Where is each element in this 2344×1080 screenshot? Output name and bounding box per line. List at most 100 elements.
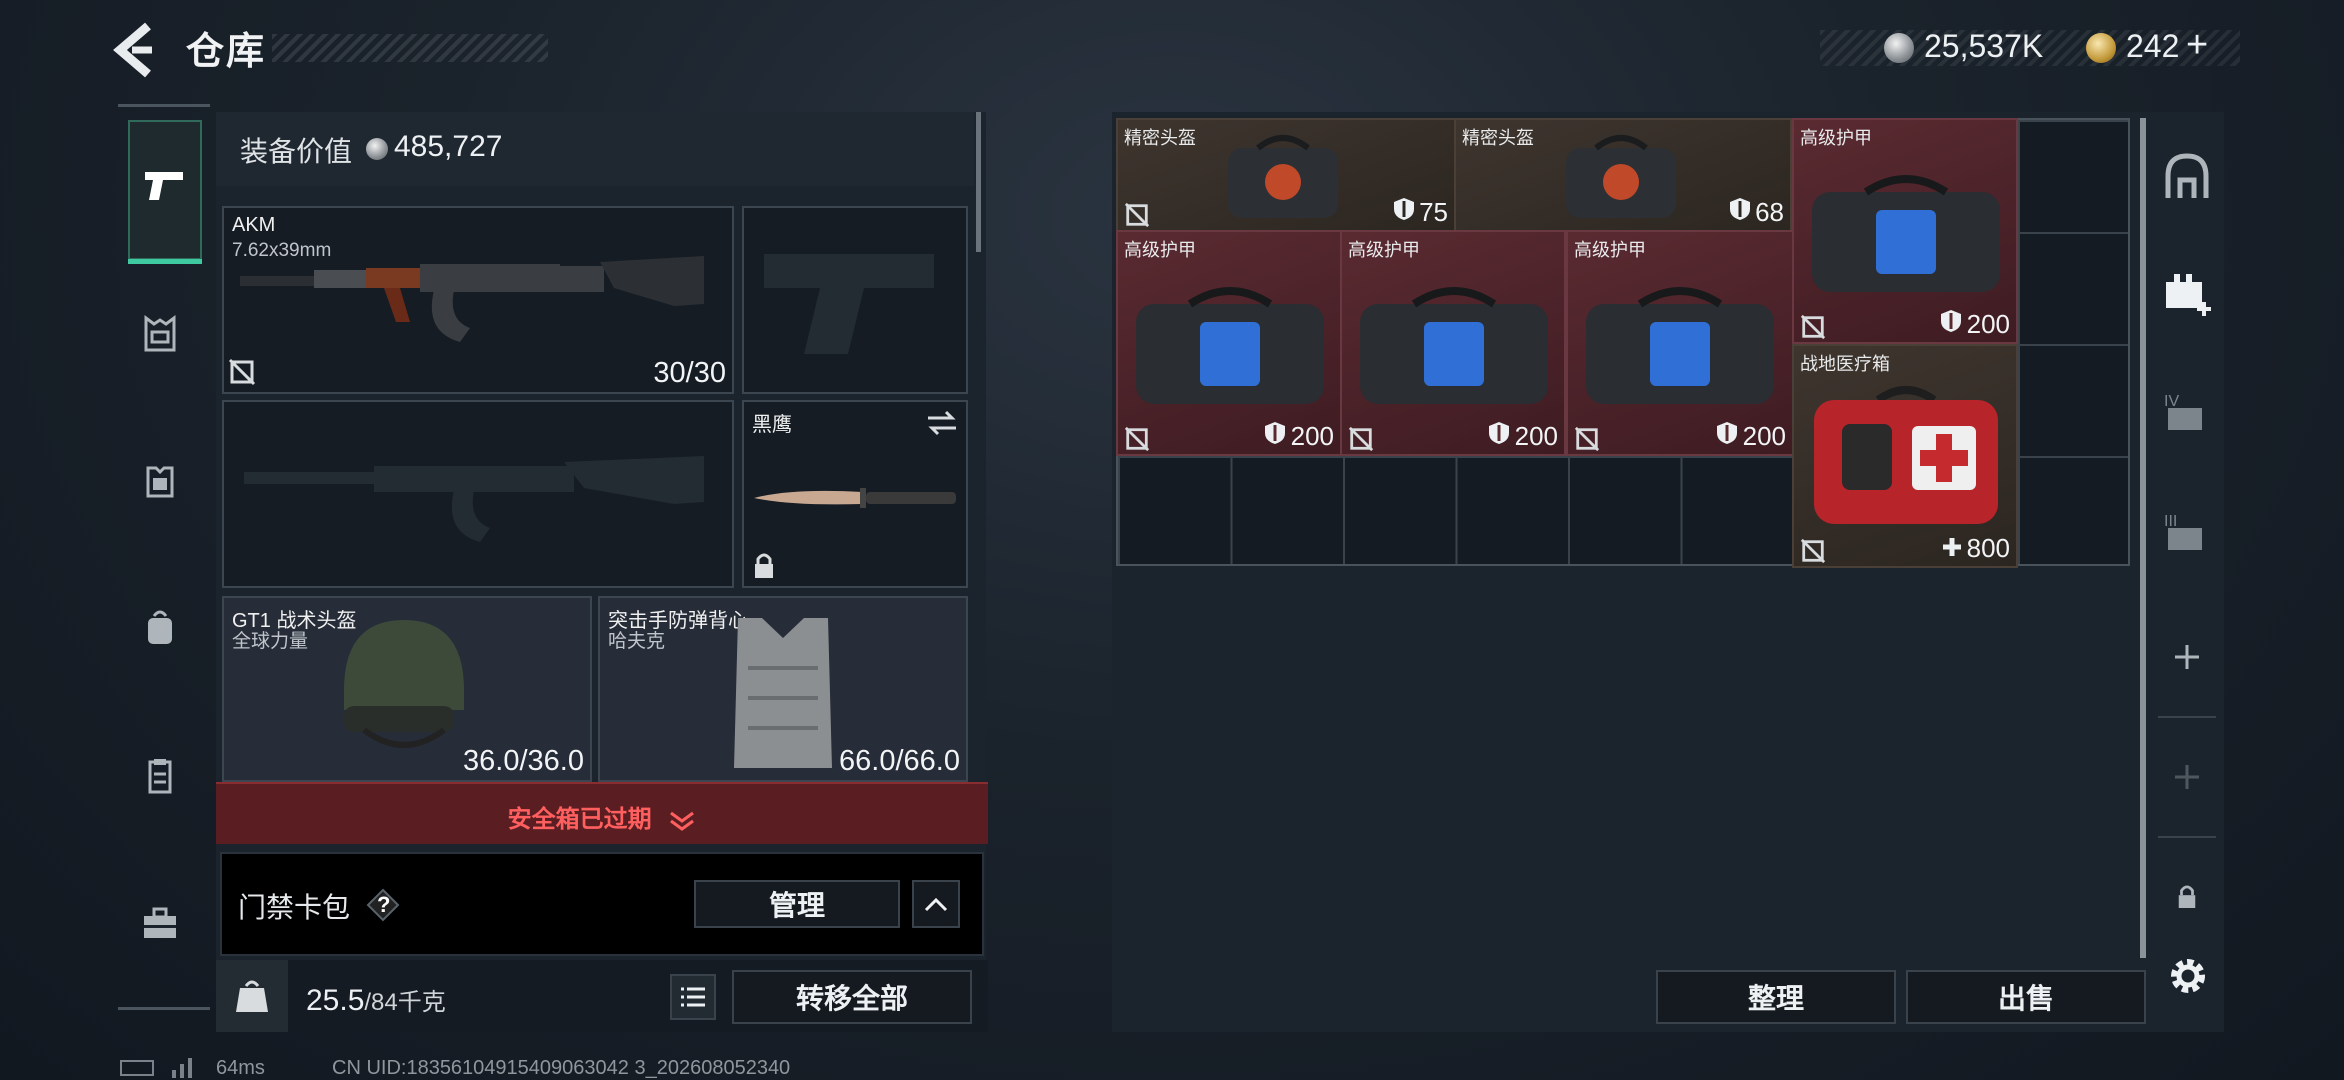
storage-scrollbar[interactable] bbox=[2140, 118, 2146, 958]
rifle-placeholder-icon bbox=[244, 456, 704, 542]
storage-item[interactable]: 战地医疗箱 800 bbox=[1792, 344, 2018, 568]
storage-item[interactable]: 高级护甲 200 bbox=[1340, 230, 1566, 456]
no-trade-icon bbox=[228, 358, 256, 386]
akm-rifle-image bbox=[240, 256, 704, 342]
gold-currency-value: 242 bbox=[2126, 28, 2180, 64]
card-pack-label: 门禁卡包 bbox=[238, 892, 351, 923]
helmet-slot[interactable]: GT1 战术头盔 全球力量 36.0/36.0 bbox=[222, 596, 592, 782]
swap-icon[interactable] bbox=[926, 410, 958, 436]
safebox-expired-banner[interactable]: 安全箱已过期 bbox=[216, 782, 988, 844]
sort-button[interactable]: 整理 bbox=[1656, 970, 1896, 1024]
item-value: 200 bbox=[1966, 309, 2010, 339]
item-name: 精密头盔 bbox=[1124, 128, 1196, 148]
helmet-durability: 36.0/36.0 bbox=[463, 745, 584, 777]
gear-icon[interactable] bbox=[2166, 954, 2210, 998]
item-value: 200 bbox=[1514, 421, 1558, 451]
add-currency-button[interactable]: + bbox=[2186, 24, 2208, 67]
storage-tier-iii-icon[interactable]: III bbox=[2162, 508, 2212, 558]
item-value: 200 bbox=[1290, 421, 1334, 451]
sell-button[interactable]: 出售 bbox=[1906, 970, 2146, 1024]
helmet-image bbox=[344, 620, 464, 748]
sidebar-item-pouch[interactable] bbox=[140, 756, 180, 801]
melee-name: 黑鹰 bbox=[752, 414, 792, 436]
item-name: 高级护甲 bbox=[1800, 128, 1872, 148]
item-name: 高级护甲 bbox=[1124, 240, 1196, 260]
secondary-weapon-slot[interactable] bbox=[222, 400, 734, 588]
svg-text:IV: IV bbox=[2164, 393, 2179, 410]
item-value: 75 bbox=[1419, 197, 1448, 227]
expand-button[interactable] bbox=[912, 880, 960, 928]
pistol-slot[interactable] bbox=[742, 206, 968, 394]
pistol-placeholder-icon bbox=[764, 254, 934, 354]
vest-image bbox=[734, 618, 832, 768]
storage-dome-icon[interactable] bbox=[2162, 152, 2212, 202]
shield-icon bbox=[1729, 198, 1750, 220]
vest-brand: 哈夫克 bbox=[608, 631, 666, 652]
pistol-icon bbox=[145, 172, 183, 200]
sidebar-item-armor[interactable] bbox=[140, 462, 180, 507]
ping-text: 64ms bbox=[216, 1057, 265, 1079]
equipment-value: 485,727 bbox=[394, 130, 503, 163]
help-button[interactable]: ? bbox=[366, 888, 400, 922]
safebox-expired-text: 安全箱已过期 bbox=[507, 806, 652, 833]
manage-button[interactable]: 管理 bbox=[694, 880, 900, 928]
no-trade-icon bbox=[1800, 314, 1826, 340]
equipment-value-label: 装备价值 bbox=[240, 136, 353, 167]
item-name: 精密头盔 bbox=[1462, 128, 1534, 148]
melee-slot[interactable]: 黑鹰 bbox=[742, 400, 968, 588]
storage-item[interactable]: 精密头盔 75 bbox=[1116, 118, 1456, 232]
back-button[interactable] bbox=[112, 22, 162, 78]
sidebar-item-weapons[interactable] bbox=[128, 120, 202, 264]
lock-icon bbox=[755, 553, 773, 578]
chest-rig-icon bbox=[144, 315, 176, 352]
sidebar-item-backpack[interactable] bbox=[140, 608, 180, 653]
list-view-button[interactable] bbox=[670, 974, 716, 1020]
knife-image bbox=[754, 488, 956, 508]
signal-icon bbox=[172, 1058, 192, 1078]
sidebar-item-case[interactable] bbox=[140, 904, 180, 949]
rail-divider bbox=[2158, 836, 2216, 838]
shield-icon bbox=[1489, 422, 1510, 444]
vest-slot[interactable]: 突击手防弹背心 哈夫克 66.0/66.0 bbox=[598, 596, 968, 782]
storage-item[interactable]: 高级护甲 200 bbox=[1566, 230, 1794, 456]
storage-tabs-rail: IV III bbox=[2152, 112, 2224, 1032]
no-trade-icon bbox=[1348, 426, 1374, 452]
item-value: 200 bbox=[1742, 421, 1786, 451]
armor-vest-icon bbox=[146, 466, 174, 498]
gold-coin-icon bbox=[2086, 33, 2116, 63]
no-trade-icon bbox=[1124, 426, 1150, 452]
storage-tier-iv-icon[interactable]: IV bbox=[2162, 388, 2212, 438]
item-name: 高级护甲 bbox=[1574, 240, 1646, 260]
no-trade-icon bbox=[1800, 538, 1826, 564]
weapon-ammo: 30/30 bbox=[653, 357, 726, 389]
vest-durability: 66.0/66.0 bbox=[839, 745, 960, 777]
item-value: 68 bbox=[1755, 197, 1784, 227]
plus-heal-icon bbox=[1943, 538, 1962, 556]
equipment-scrollbar[interactable] bbox=[976, 112, 981, 252]
add-tab-disabled-icon bbox=[2175, 765, 2199, 789]
primary-weapon-slot[interactable]: AKM 7.62x39mm 30/30 bbox=[222, 206, 734, 394]
add-tab-icon[interactable] bbox=[2172, 642, 2202, 672]
silver-coin-icon bbox=[366, 138, 388, 160]
page-title: 仓库 bbox=[186, 31, 267, 73]
no-trade-icon bbox=[1574, 426, 1600, 452]
transfer-all-button[interactable]: 转移全部 bbox=[732, 970, 972, 1024]
silver-coin-icon bbox=[1884, 33, 1914, 63]
title-decoration bbox=[272, 34, 548, 62]
shield-icon bbox=[1265, 422, 1286, 444]
shield-icon bbox=[1717, 422, 1738, 444]
weight-icon-box bbox=[216, 960, 288, 1032]
chevron-up-icon bbox=[924, 897, 948, 912]
armor-bag-image bbox=[1360, 287, 1548, 404]
storage-item[interactable]: 高级护甲 200 bbox=[1792, 118, 2018, 344]
double-chevron-down-icon bbox=[670, 811, 695, 831]
storage-item[interactable]: 精密头盔 68 bbox=[1454, 118, 1792, 232]
storage-item[interactable]: 高级护甲 200 bbox=[1116, 230, 1342, 456]
list-icon bbox=[681, 987, 705, 1007]
uid-text: CN UID:18356104915409063042 3_2026080523… bbox=[332, 1057, 791, 1079]
briefcase-icon bbox=[144, 907, 176, 938]
sidebar-item-chest-rig[interactable] bbox=[140, 314, 180, 359]
add-storage-icon[interactable] bbox=[2162, 268, 2212, 318]
svg-text:III: III bbox=[2164, 513, 2177, 530]
armor-bag-image bbox=[1136, 287, 1324, 404]
